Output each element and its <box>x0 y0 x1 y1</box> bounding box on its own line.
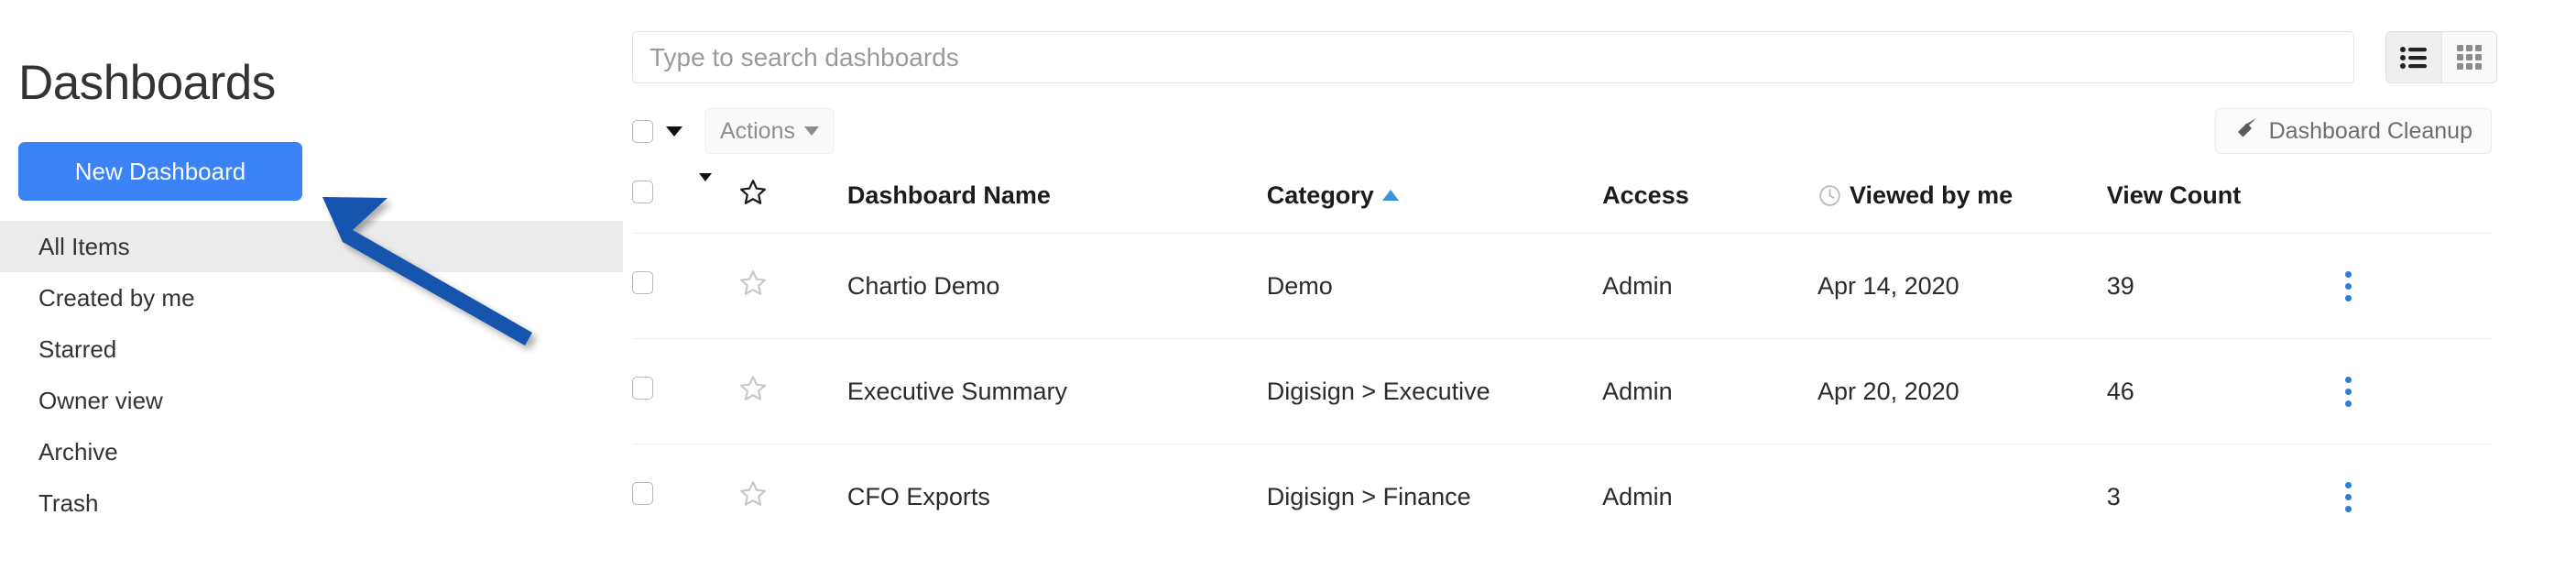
sidebar-item-label: Starred <box>38 334 117 363</box>
dashboards-table: Dashboard Name Category Access Viewed by… <box>632 172 2492 550</box>
clock-icon <box>1817 183 1842 208</box>
row-view-count: 46 <box>2106 338 2344 444</box>
table-row[interactable]: Executive Summary Digisign > Executive A… <box>632 338 2492 444</box>
dashboard-cleanup-button[interactable]: Dashboard Cleanup <box>2214 108 2492 154</box>
row-view-count: 3 <box>2106 444 2344 550</box>
row-overflow-menu-icon[interactable] <box>2343 376 2352 407</box>
header-access[interactable]: Access <box>1602 178 1817 234</box>
dashboards-page: Dashboards New Dashboard All Items Creat… <box>0 0 2576 581</box>
sidebar-item-trash[interactable]: Trash <box>0 477 623 529</box>
chevron-down-icon <box>803 126 819 136</box>
header-dashboard-name-label: Dashboard Name <box>846 181 1051 209</box>
row-category: Digisign > Executive <box>1266 338 1603 444</box>
header-caret-down-icon[interactable] <box>699 172 713 209</box>
row-star-cell <box>738 338 847 444</box>
header-viewed-by-me-label: Viewed by me <box>1850 181 2014 209</box>
sort-ascending-icon <box>1381 190 1399 201</box>
select-all-checkbox[interactable] <box>632 119 653 143</box>
page-title: Dashboards <box>18 55 276 110</box>
view-toggle-group <box>2385 31 2497 83</box>
row-spacer-cell <box>699 233 739 339</box>
row-menu-cell <box>2343 444 2492 550</box>
row-overflow-menu-icon[interactable] <box>2343 270 2352 301</box>
list-view-icon[interactable] <box>2386 32 2441 82</box>
broom-icon <box>2234 116 2258 147</box>
sidebar-item-created-by-me[interactable]: Created by me <box>0 272 623 323</box>
row-spacer-cell <box>699 338 739 444</box>
header-category-label: Category <box>1266 181 1374 209</box>
actions-dropdown-label: Actions <box>720 117 795 144</box>
sidebar-item-all-items[interactable]: All Items <box>0 221 623 273</box>
star-icon[interactable] <box>738 376 768 408</box>
sidebar-item-label: Trash <box>38 488 99 517</box>
row-dashboard-name[interactable]: CFO Exports <box>846 444 1267 550</box>
row-menu-cell <box>2343 233 2492 339</box>
row-access: Admin <box>1602 444 1818 550</box>
new-dashboard-button[interactable]: New Dashboard <box>18 142 302 202</box>
sidebar-item-label: Archive <box>38 437 118 466</box>
sidebar-item-label: Owner view <box>38 386 163 414</box>
header-dashboard-name[interactable]: Dashboard Name <box>847 178 1267 234</box>
row-star-cell <box>738 444 847 550</box>
row-dashboard-name[interactable]: Executive Summary <box>846 338 1267 444</box>
header-select-caret <box>699 172 738 234</box>
table-body: Chartio Demo Demo Admin Apr 14, 2020 39 <box>632 233 2492 550</box>
row-checkbox[interactable] <box>632 482 653 506</box>
table-row[interactable]: Chartio Demo Demo Admin Apr 14, 2020 39 <box>632 233 2492 339</box>
dashboard-cleanup-label: Dashboard Cleanup <box>2268 117 2472 144</box>
row-viewed-by-me: Apr 20, 2020 <box>1817 338 2107 444</box>
sidebar: Dashboards New Dashboard All Items Creat… <box>0 0 632 581</box>
star-icon[interactable] <box>738 481 768 513</box>
actions-dropdown-button[interactable]: Actions <box>704 108 835 154</box>
grid-view-icon[interactable] <box>2441 32 2496 82</box>
row-viewed-by-me <box>1817 444 2107 550</box>
row-menu-cell <box>2343 338 2492 444</box>
header-view-count[interactable]: View Count <box>2107 178 2344 234</box>
star-icon[interactable] <box>738 270 768 302</box>
row-access: Admin <box>1602 338 1818 444</box>
row-overflow-menu-icon[interactable] <box>2343 481 2352 512</box>
header-category[interactable]: Category <box>1267 178 1602 234</box>
table-header: Dashboard Name Category Access Viewed by… <box>632 172 2492 234</box>
search-input[interactable] <box>632 31 2354 83</box>
main-content: Actions Dashboard Cleanup <box>632 0 2576 581</box>
sidebar-item-label: Created by me <box>38 283 195 312</box>
header-view-count-label: View Count <box>2106 181 2242 209</box>
table-row[interactable]: CFO Exports Digisign > Finance Admin 3 <box>632 444 2492 550</box>
header-access-label: Access <box>1602 181 1689 209</box>
header-select-all <box>632 178 699 234</box>
row-category: Digisign > Finance <box>1266 444 1603 550</box>
row-dashboard-name[interactable]: Chartio Demo <box>846 233 1267 339</box>
sidebar-nav: All Items Created by me Starred Owner vi… <box>0 221 632 529</box>
table-header-row: Dashboard Name Category Access Viewed by… <box>632 172 2492 234</box>
header-select-all-checkbox[interactable] <box>632 181 653 203</box>
bulk-actions-toolbar: Actions Dashboard Cleanup <box>632 108 2576 154</box>
header-star <box>738 178 847 234</box>
row-star-cell <box>738 233 847 339</box>
sidebar-item-owner-view[interactable]: Owner view <box>0 375 623 426</box>
row-checkbox-cell <box>632 338 700 444</box>
row-checkbox-cell <box>632 233 700 339</box>
search-row <box>632 0 2576 83</box>
row-checkbox[interactable] <box>632 377 653 400</box>
select-all-caret-down-icon[interactable] <box>666 126 682 137</box>
row-checkbox-cell <box>632 444 700 550</box>
row-checkbox[interactable] <box>632 271 653 294</box>
header-row-menu <box>2343 178 2492 234</box>
row-spacer-cell <box>699 444 739 550</box>
row-category: Demo <box>1266 233 1603 339</box>
sidebar-item-label: All Items <box>38 232 130 260</box>
sidebar-item-starred[interactable]: Starred <box>0 323 623 375</box>
row-access: Admin <box>1602 233 1818 339</box>
header-viewed-by-me[interactable]: Viewed by me <box>1817 178 2107 234</box>
row-view-count: 39 <box>2106 233 2344 339</box>
sidebar-item-archive[interactable]: Archive <box>0 426 623 477</box>
star-icon[interactable] <box>738 180 768 212</box>
row-viewed-by-me: Apr 14, 2020 <box>1817 233 2107 339</box>
